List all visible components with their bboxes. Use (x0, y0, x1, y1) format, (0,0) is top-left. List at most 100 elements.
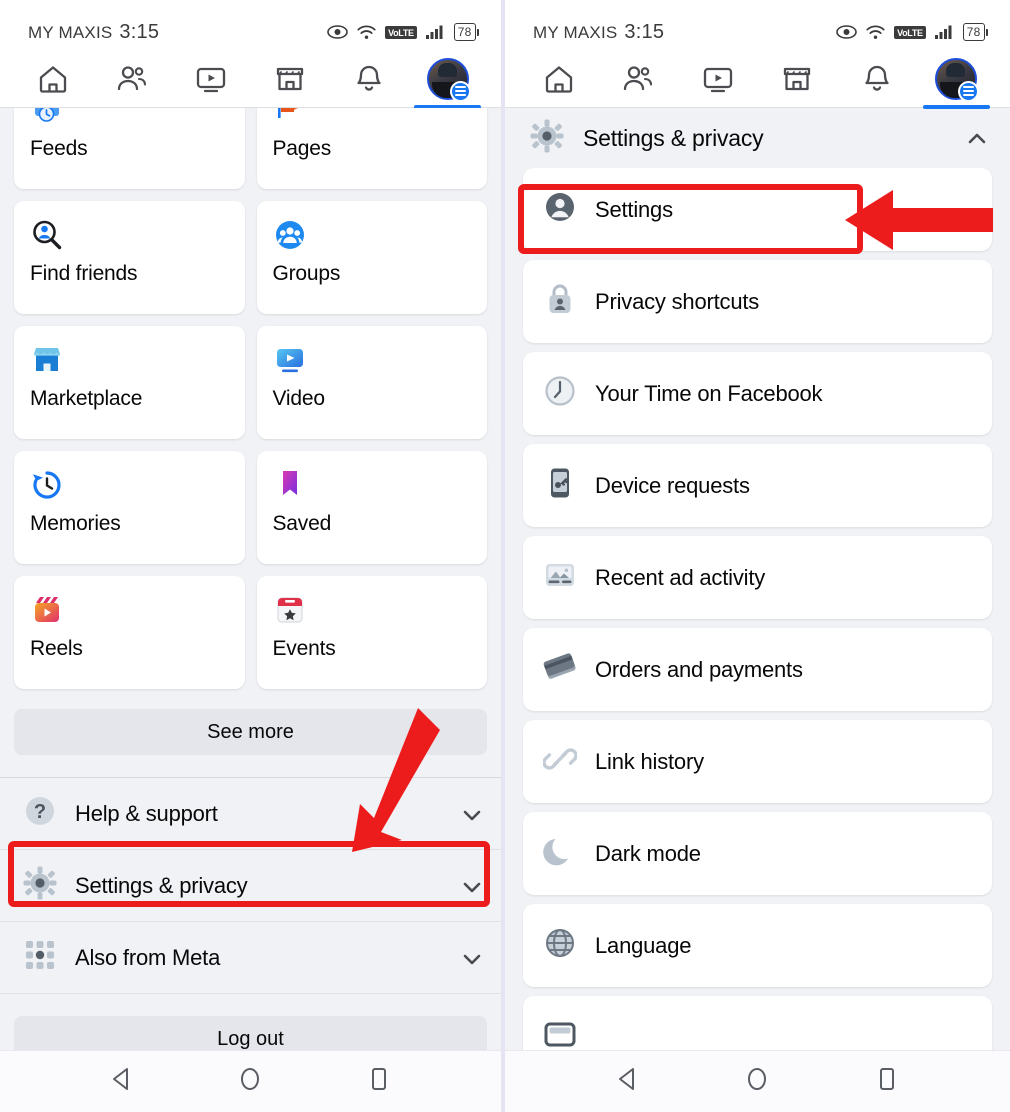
card-video[interactable]: Video (256, 326, 487, 439)
tab-marketplace[interactable] (250, 50, 329, 108)
tab-notifications[interactable] (837, 50, 917, 108)
lock-person-icon (543, 282, 577, 321)
battery-tip (477, 28, 479, 36)
video-icon (196, 67, 226, 92)
gear-icon (529, 118, 565, 159)
tab-marketplace[interactable] (758, 50, 838, 108)
marketplace-icon (276, 67, 304, 90)
card-label: Pages (272, 137, 332, 160)
card-label: Memories (30, 512, 121, 535)
list-item-label: Link history (595, 748, 704, 774)
home-icon (40, 65, 67, 93)
card-label: Marketplace (30, 387, 143, 410)
globe-icon (543, 926, 577, 965)
list-item-cellular-data[interactable] (523, 996, 992, 1050)
memories-clock-icon (30, 465, 231, 505)
tab-video[interactable] (172, 50, 251, 108)
eye-icon (327, 25, 348, 39)
avatar[interactable] (935, 57, 980, 102)
home-circle-icon[interactable] (235, 1064, 265, 1099)
clock-icon (543, 374, 577, 413)
chevron-up-icon[interactable] (966, 128, 986, 148)
card-reels[interactable]: Reels (14, 576, 245, 689)
bell-icon (357, 65, 381, 91)
see-more-button[interactable]: See more (14, 709, 487, 755)
friends-icon (118, 65, 147, 90)
tab-home[interactable] (14, 50, 93, 108)
avatar-face (946, 62, 966, 77)
pages-flag-icon (273, 108, 474, 130)
battery-level: 78 (962, 23, 985, 41)
battery-icon: 78 (962, 23, 988, 41)
highlight-box-settings (518, 184, 863, 254)
tab-home[interactable] (519, 50, 599, 108)
log-out-label: Log out (217, 1027, 284, 1050)
card-memories[interactable]: Memories (14, 451, 245, 564)
tab-friends[interactable] (93, 50, 172, 108)
avatar-face (437, 62, 457, 77)
signal-bars-icon (934, 25, 954, 39)
tab-notifications[interactable] (329, 50, 408, 108)
row-help-and-support[interactable]: ? Help & support (0, 778, 501, 850)
status-bar-left: MY MAXIS 3:15 VoLTE 78 (0, 0, 501, 50)
row-label: Help & support (75, 800, 218, 826)
list-item-recent-ad-activity[interactable]: Recent ad activity (523, 536, 992, 619)
right-content: Settings & privacy Settings Privacy shor… (505, 108, 1010, 1050)
row-also-from-meta[interactable]: Also from Meta (0, 922, 501, 994)
card-saved[interactable]: Saved (256, 451, 487, 564)
list-item-label: Language (595, 932, 692, 958)
home-icon (545, 65, 572, 93)
card-feeds[interactable]: Feeds (14, 108, 245, 189)
home-circle-icon[interactable] (742, 1064, 772, 1099)
help-question-icon: ? (22, 793, 58, 834)
status-left: MY MAXIS 3:15 (28, 21, 159, 44)
avatar[interactable] (426, 57, 471, 102)
list-item-privacy-shortcuts[interactable]: Privacy shortcuts (523, 260, 992, 343)
cellular-data-icon (543, 1018, 577, 1050)
highlight-box-settings-and-privacy (8, 841, 490, 907)
card-find-friends[interactable]: Find friends (14, 201, 245, 314)
marketplace-icon (784, 67, 811, 90)
list-item-device-requests[interactable]: Device requests (523, 444, 992, 527)
list-item-link-history[interactable]: Link history (523, 720, 992, 803)
list-item-orders-and-payments[interactable]: Orders and payments (523, 628, 992, 711)
tab-video[interactable] (678, 50, 758, 108)
hamburger-menu-badge-icon (958, 80, 980, 102)
list-item-language[interactable]: Language (523, 904, 992, 987)
card-groups[interactable]: Groups (256, 201, 487, 314)
back-triangle-icon[interactable] (613, 1064, 643, 1099)
wifi-icon (357, 25, 376, 40)
back-triangle-icon[interactable] (107, 1064, 137, 1099)
meta-apps-grid-icon (22, 937, 58, 978)
recents-square-icon[interactable] (364, 1064, 394, 1099)
events-calendar-icon (273, 590, 474, 630)
status-icons: VoLTE 78 (327, 23, 479, 41)
tab-bar-right (505, 50, 1010, 109)
volte-icon: VoLTE (894, 25, 926, 39)
dual-screenshot: MY MAXIS 3:15 VoLTE 78 Feeds Pages Find … (0, 0, 1010, 1112)
video-icon (703, 67, 732, 92)
list-item-label: Your Time on Facebook (595, 380, 823, 406)
settings-and-privacy-header[interactable]: Settings & privacy (505, 108, 1010, 168)
tab-menu[interactable] (408, 50, 487, 109)
feeds-icon (30, 108, 231, 130)
battery-tip (986, 28, 988, 36)
tab-friends[interactable] (599, 50, 679, 108)
panel-title: Settings & privacy (583, 124, 764, 151)
tab-menu[interactable] (917, 50, 997, 109)
card-label: Events (272, 637, 336, 660)
battery-level: 78 (453, 23, 476, 41)
video-play-icon (273, 340, 474, 380)
card-events[interactable]: Events (256, 576, 487, 689)
marketplace-store-icon (30, 340, 231, 380)
recents-square-icon[interactable] (872, 1064, 902, 1099)
list-item-dark-mode[interactable]: Dark mode (523, 812, 992, 895)
chevron-down-icon (461, 948, 481, 968)
card-pages[interactable]: Pages (256, 108, 487, 189)
list-item-your-time-on-facebook[interactable]: Your Time on Facebook (523, 352, 992, 435)
card-marketplace[interactable]: Marketplace (14, 326, 245, 439)
friends-icon (624, 65, 653, 90)
android-nav-bar-left (0, 1050, 501, 1112)
link-chain-icon (542, 742, 578, 781)
log-out-button[interactable]: Log out (14, 1016, 487, 1050)
